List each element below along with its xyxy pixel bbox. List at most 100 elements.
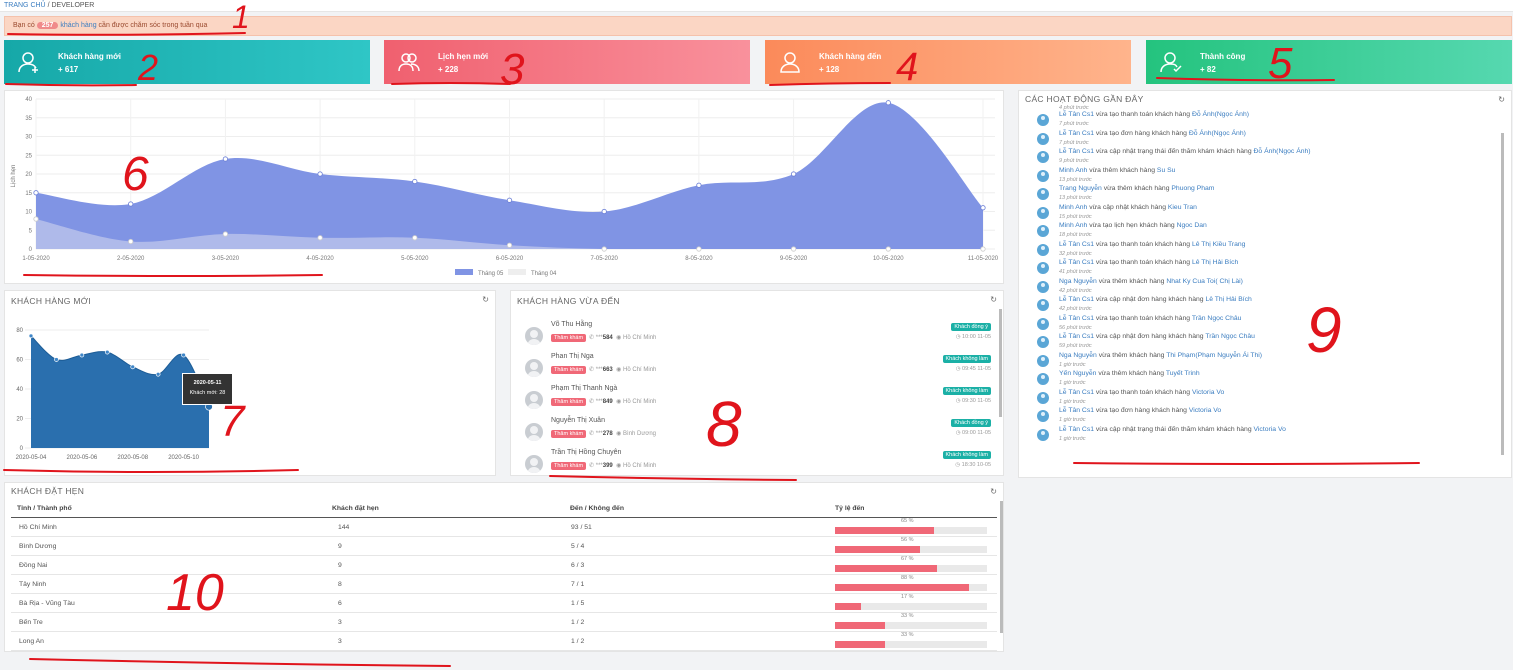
cell-city: Bà Rịa - Vũng Tàu bbox=[19, 600, 75, 607]
customer-item[interactable]: Nguyễn Thị Xuân Thăm khám ✆ ***278 ◉ Bình… bbox=[521, 417, 991, 449]
activity-item[interactable]: Yến Nguyễn vừa thêm khách hàng Tuyết Tri… bbox=[1037, 370, 1477, 389]
activity-target: Su Su bbox=[1156, 166, 1176, 174]
data-point bbox=[222, 156, 228, 162]
breadcrumb-home[interactable]: TRANG CHỦ bbox=[4, 2, 46, 9]
users-icon bbox=[398, 53, 420, 72]
activity-item[interactable]: Lễ Tân Cs1 vừa cập nhật đơn hàng khách h… bbox=[1037, 296, 1477, 315]
status-badge: Khách không làm bbox=[942, 451, 991, 459]
activity-actor: Lễ Tân Cs1 bbox=[1059, 148, 1095, 155]
alert-customer-link[interactable]: khách hàng bbox=[60, 22, 96, 29]
activity-item[interactable]: Lễ Tân Cs1 vừa cập nhật trạng thái đến t… bbox=[1037, 426, 1477, 445]
cell-came: 93 / 51 bbox=[571, 524, 592, 531]
refresh-icon[interactable]: ↻ bbox=[990, 295, 997, 304]
table-row: Tây Ninh 8 7 / 1 88 % bbox=[11, 575, 997, 594]
activity-item[interactable]: Lễ Tân Cs1 vừa cập nhật trạng thái đến t… bbox=[1037, 148, 1477, 167]
customer-name: Phan Thị Nga bbox=[551, 353, 594, 360]
activity-item[interactable]: Lễ Tân Cs1 vừa tạo thanh toán khách hàng… bbox=[1037, 241, 1477, 260]
cell-city: Bình Dương bbox=[19, 543, 57, 550]
data-point bbox=[317, 171, 323, 177]
customer-item[interactable]: Võ Thu Hằng Thăm khám ✆ ***584 ◉ Hồ Chí M… bbox=[521, 321, 991, 353]
activity-actor: Lễ Tân Cs1 bbox=[1059, 333, 1095, 340]
stat-card-arrived-customers[interactable]: Khách hàng đến + 128 bbox=[765, 40, 1131, 84]
activity-item[interactable]: Trang Nguyễn vừa thêm khách hàng Phuong … bbox=[1037, 185, 1477, 204]
refresh-icon[interactable]: ↻ bbox=[1498, 95, 1505, 104]
activity-actor: Lễ Tân Cs1 bbox=[1059, 314, 1095, 322]
customer-item[interactable]: Trần Thị Hồng Chuyên Thăm khám ✆ ***399 ◉… bbox=[521, 449, 991, 481]
activity-item[interactable]: Minh Anh vừa tạo lịch hẹn khách hàng Ngo… bbox=[1037, 222, 1477, 241]
activity-target: Đỗ Ánh(Ngọc Ánh) bbox=[1253, 148, 1311, 155]
avatar bbox=[1037, 114, 1049, 126]
y-tick-label: 15 bbox=[25, 191, 32, 197]
avatar bbox=[1037, 373, 1049, 385]
avatar bbox=[525, 327, 543, 345]
cell-booked: 144 bbox=[338, 524, 350, 531]
annotation-underline bbox=[5, 83, 137, 87]
cell-came: 1 / 2 bbox=[571, 619, 585, 626]
refresh-icon[interactable]: ↻ bbox=[990, 487, 997, 496]
customer-item[interactable]: Phạm Thị Thanh Ngà Thăm khám ✆ ***849 ◉ H… bbox=[521, 385, 991, 417]
cell-came: 7 / 1 bbox=[571, 581, 585, 588]
phone-icon: ✆ bbox=[589, 335, 595, 341]
avatar bbox=[1037, 262, 1049, 274]
legend-swatch bbox=[455, 269, 473, 275]
activity-item[interactable]: Lễ Tân Cs1 vừa cập nhật đơn hàng khách h… bbox=[1037, 333, 1477, 352]
activity-actor: Nga Nguyễn bbox=[1059, 351, 1097, 359]
avatar bbox=[525, 391, 543, 409]
activity-target: Lê Thị Hải Bích bbox=[1205, 296, 1252, 303]
activity-item[interactable]: Lễ Tân Cs1 vừa tạo thanh toán khách hàng… bbox=[1037, 389, 1477, 408]
visit-tag: Thăm khám bbox=[551, 398, 587, 406]
rate-bar-fill bbox=[835, 622, 886, 629]
activity-item[interactable]: Lễ Tân Cs1 vừa tạo thanh toán khách hàng… bbox=[1037, 315, 1477, 334]
cell-booked: 6 bbox=[338, 600, 342, 607]
cell-city: Tây Ninh bbox=[19, 581, 47, 588]
activity-item[interactable]: Minh Anh vừa cập nhật khách hàng Kieu Tr… bbox=[1037, 204, 1477, 223]
activity-item[interactable]: Lễ Tân Cs1 vừa tạo thanh toán khách hàng… bbox=[1037, 259, 1477, 278]
avatar bbox=[1037, 428, 1049, 441]
activity-time: 1 giờ trước bbox=[1059, 380, 1086, 386]
customer-place: Hồ Chí Minh bbox=[623, 335, 657, 341]
stat-card-success[interactable]: Thành công + 82 bbox=[1146, 40, 1512, 84]
data-point bbox=[28, 333, 34, 339]
stat-label: Lịch hẹn mới bbox=[438, 52, 489, 61]
customer-item[interactable]: Phan Thị Nga Thăm khám ✆ ***663 ◉ Hồ Chí … bbox=[521, 353, 991, 385]
appointments-area-chart: 0 5 10 15 20 25 30 35 40 1-05-2020 2-05-2020 3-05-2… bbox=[11, 97, 999, 277]
data-point bbox=[128, 238, 134, 245]
table-header: Tỉnh / Thành phố Khách đặt hẹn Đến / Khô… bbox=[11, 502, 997, 518]
table-scrollbar[interactable] bbox=[1000, 501, 1003, 633]
y-tick-label: 60 bbox=[16, 358, 23, 364]
stat-label: Khách hàng đến bbox=[819, 52, 882, 61]
customer-name: Trần Thị Hồng Chuyên bbox=[551, 449, 622, 456]
activity-time: 56 phút trước bbox=[1059, 324, 1092, 331]
data-point bbox=[412, 235, 418, 241]
activity-item[interactable]: Lễ Tân Cs1 vừa tạo đơn hàng khách hàng V… bbox=[1037, 407, 1477, 426]
cell-booked: 9 bbox=[338, 562, 342, 569]
alert-banner: Bạn có 257 khách hàng cần được chăm sóc … bbox=[4, 16, 1512, 36]
activity-item[interactable]: Nga Nguyễn vừa thêm khách hàng Thi Phạm(… bbox=[1037, 352, 1477, 371]
activity-actor: Lễ Tân Cs1 bbox=[1059, 240, 1095, 248]
activity-time: 7 phút trước bbox=[1059, 121, 1089, 127]
activity-target: Trần Ngọc Châu bbox=[1191, 314, 1242, 322]
activity-actor: Yến Nguyễn bbox=[1059, 370, 1097, 377]
breadcrumb-current: DEVELOPER bbox=[51, 2, 95, 9]
y-tick-label: 10 bbox=[25, 210, 32, 216]
y-tick-label: 25 bbox=[25, 153, 32, 159]
activity-item[interactable]: Lễ Tân Cs1 vừa tạo đơn hàng khách hàng Đ… bbox=[1037, 130, 1477, 149]
data-point bbox=[54, 357, 59, 362]
stat-card-new-appointments[interactable]: Lịch hẹn mới + 228 bbox=[384, 40, 750, 84]
cell-rate: 88 % bbox=[901, 575, 914, 581]
activity-time: 42 phút trước bbox=[1059, 287, 1092, 294]
customer-place: Bình Dương bbox=[623, 431, 656, 437]
activity-actor: Trang Nguyễn bbox=[1059, 185, 1102, 192]
top-bar: TRANG CHỦ / DEVELOPER bbox=[0, 0, 1513, 12]
refresh-icon[interactable]: ↻ bbox=[482, 295, 489, 304]
customers-scrollbar[interactable] bbox=[999, 309, 1002, 417]
y-tick-label: 0 bbox=[20, 446, 24, 452]
location-icon: ◉ bbox=[616, 399, 622, 405]
activity-item[interactable]: Minh Anh vừa thêm khách hàng Su Su 13 ph… bbox=[1037, 167, 1477, 186]
new-customers-panel: KHÁCH HÀNG MỚI ↻ 0 20 40 60 80 2020-05-04 2020… bbox=[4, 290, 496, 476]
activity-item[interactable]: Lễ Tân Cs1 vừa tạo thanh toán khách hàng… bbox=[1037, 111, 1477, 130]
stat-card-new-customers[interactable]: Khách hàng mới + 617 bbox=[4, 40, 370, 84]
activities-scrollbar[interactable] bbox=[1501, 133, 1504, 455]
rate-bar bbox=[835, 603, 987, 610]
activity-item[interactable]: Nga Nguyễn vừa thêm khách hàng Nhat Ky C… bbox=[1037, 278, 1477, 297]
